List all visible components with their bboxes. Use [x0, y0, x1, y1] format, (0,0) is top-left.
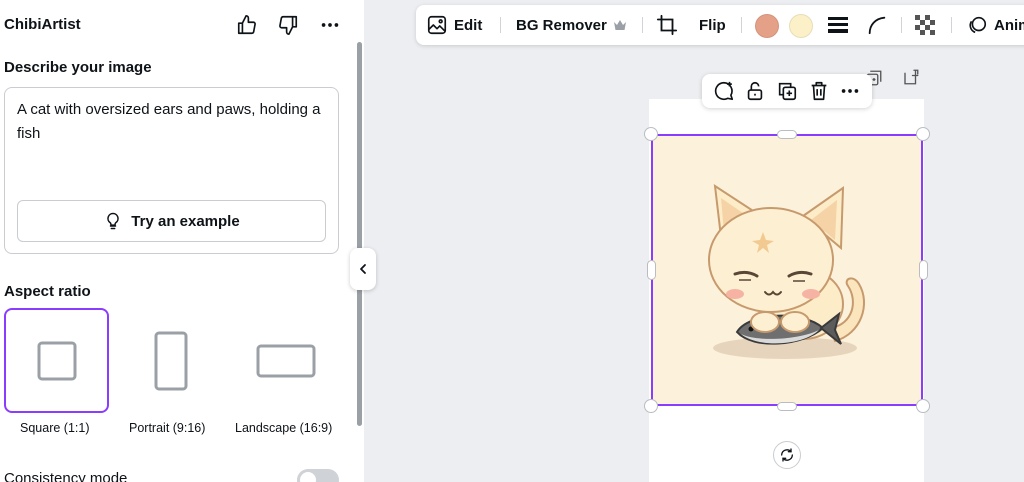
lock-button[interactable] — [742, 78, 768, 104]
flip-label: Flip — [699, 16, 726, 34]
try-example-button[interactable]: Try an example — [17, 200, 326, 242]
delete-button[interactable] — [806, 78, 832, 104]
aspect-option-portrait-frame — [118, 308, 223, 413]
describe-label: Describe your image — [4, 59, 152, 76]
toolbar-divider — [901, 17, 902, 33]
duplicate-button[interactable] — [774, 78, 800, 104]
corner-rounding-icon — [868, 16, 886, 35]
bg-remover-label: BG Remover — [516, 16, 607, 34]
element-floating-toolbar — [702, 74, 872, 108]
toolbar-divider — [741, 17, 742, 33]
consistency-mode-label: Consistency mode — [4, 470, 128, 482]
aspect-option-portrait-label: Portrait (9:16) — [129, 421, 206, 435]
resize-handle-bottom-left[interactable] — [644, 399, 658, 413]
edit-label: Edit — [454, 16, 483, 34]
resize-handle-left[interactable] — [647, 260, 656, 280]
chibi-cat-illustration — [708, 183, 866, 359]
more-horizontal-icon — [841, 89, 859, 93]
toolbar-divider — [500, 17, 501, 33]
landscape-ratio-icon — [256, 344, 315, 377]
square-ratio-icon — [37, 341, 76, 380]
crown-icon — [613, 20, 626, 30]
more-horizontal-icon — [321, 23, 339, 27]
thumbs-down-icon — [279, 15, 298, 35]
thumbs-up-button[interactable] — [234, 12, 260, 38]
resize-handle-bottom[interactable] — [777, 402, 797, 411]
panel-scrollbar[interactable] — [357, 42, 362, 426]
prompt-textarea[interactable]: A cat with oversized ears and paws, hold… — [4, 87, 339, 254]
aspect-option-landscape-frame — [233, 308, 338, 413]
image-toolbar: Edit BG Remover Flip Animate — [416, 5, 1024, 45]
thumbs-down-button[interactable] — [275, 12, 301, 38]
resize-handle-top-right[interactable] — [916, 127, 930, 141]
aspect-option-landscape[interactable] — [233, 308, 338, 414]
try-example-label: Try an example — [131, 212, 240, 230]
prompt-text[interactable]: A cat with oversized ears and paws, hold… — [17, 98, 332, 146]
panel-header: ChibiArtist — [0, 0, 356, 50]
generator-panel: ChibiArtist Describe your image A cat wi… — [0, 0, 364, 482]
crop-icon — [656, 14, 678, 36]
animate-icon — [969, 16, 987, 34]
corner-rounding-button[interactable] — [866, 5, 888, 45]
portrait-ratio-icon — [154, 331, 187, 390]
image-edit-icon — [427, 15, 447, 35]
element-more-button[interactable] — [837, 78, 863, 104]
aspect-option-square-frame — [4, 308, 109, 413]
aspect-option-portrait[interactable] — [118, 308, 223, 414]
animate-button[interactable]: Animate — [966, 5, 1024, 45]
animate-label: Animate — [994, 16, 1024, 34]
border-weight-icon — [828, 17, 848, 33]
trash-icon — [811, 81, 826, 101]
thumbs-up-icon — [237, 15, 256, 35]
aspect-option-square-label: Square (1:1) — [20, 421, 90, 435]
consistency-mode-toggle[interactable] — [297, 469, 339, 482]
rotate-icon — [781, 448, 793, 462]
color-swatch-1[interactable] — [755, 14, 779, 38]
resize-handle-bottom-right[interactable] — [916, 399, 930, 413]
aspect-ratio-label: Aspect ratio — [4, 283, 91, 300]
border-weight-button[interactable] — [827, 5, 849, 45]
generated-image[interactable] — [651, 134, 923, 406]
chevron-left-icon — [360, 264, 366, 274]
toolbar-divider — [951, 17, 952, 33]
toggle-knob — [300, 472, 316, 482]
unlock-icon — [748, 81, 763, 101]
duplicate-icon — [778, 82, 797, 101]
add-page-icon[interactable] — [902, 68, 920, 86]
rotate-handle[interactable] — [773, 441, 801, 469]
aspect-option-square[interactable] — [4, 308, 109, 414]
resize-handle-top-left[interactable] — [644, 127, 658, 141]
aspect-option-landscape-label: Landscape (16:9) — [235, 421, 333, 435]
crop-button[interactable] — [656, 5, 678, 45]
more-options-button[interactable] — [317, 12, 343, 38]
edit-button[interactable]: Edit — [426, 5, 482, 45]
lightbulb-icon — [107, 212, 120, 230]
bg-remover-button[interactable]: BG Remover — [516, 5, 627, 45]
comment-button[interactable] — [711, 78, 737, 104]
toolbar-divider — [642, 17, 643, 33]
resize-handle-right[interactable] — [919, 260, 928, 280]
app-title: ChibiArtist — [4, 16, 81, 33]
collapse-panel-button[interactable] — [350, 248, 376, 290]
resize-handle-top[interactable] — [777, 130, 797, 139]
transparency-icon — [915, 15, 935, 35]
flip-button[interactable]: Flip — [699, 5, 726, 45]
transparency-button[interactable] — [915, 5, 935, 45]
color-swatch-2[interactable] — [789, 14, 813, 38]
comment-add-icon — [714, 81, 733, 101]
